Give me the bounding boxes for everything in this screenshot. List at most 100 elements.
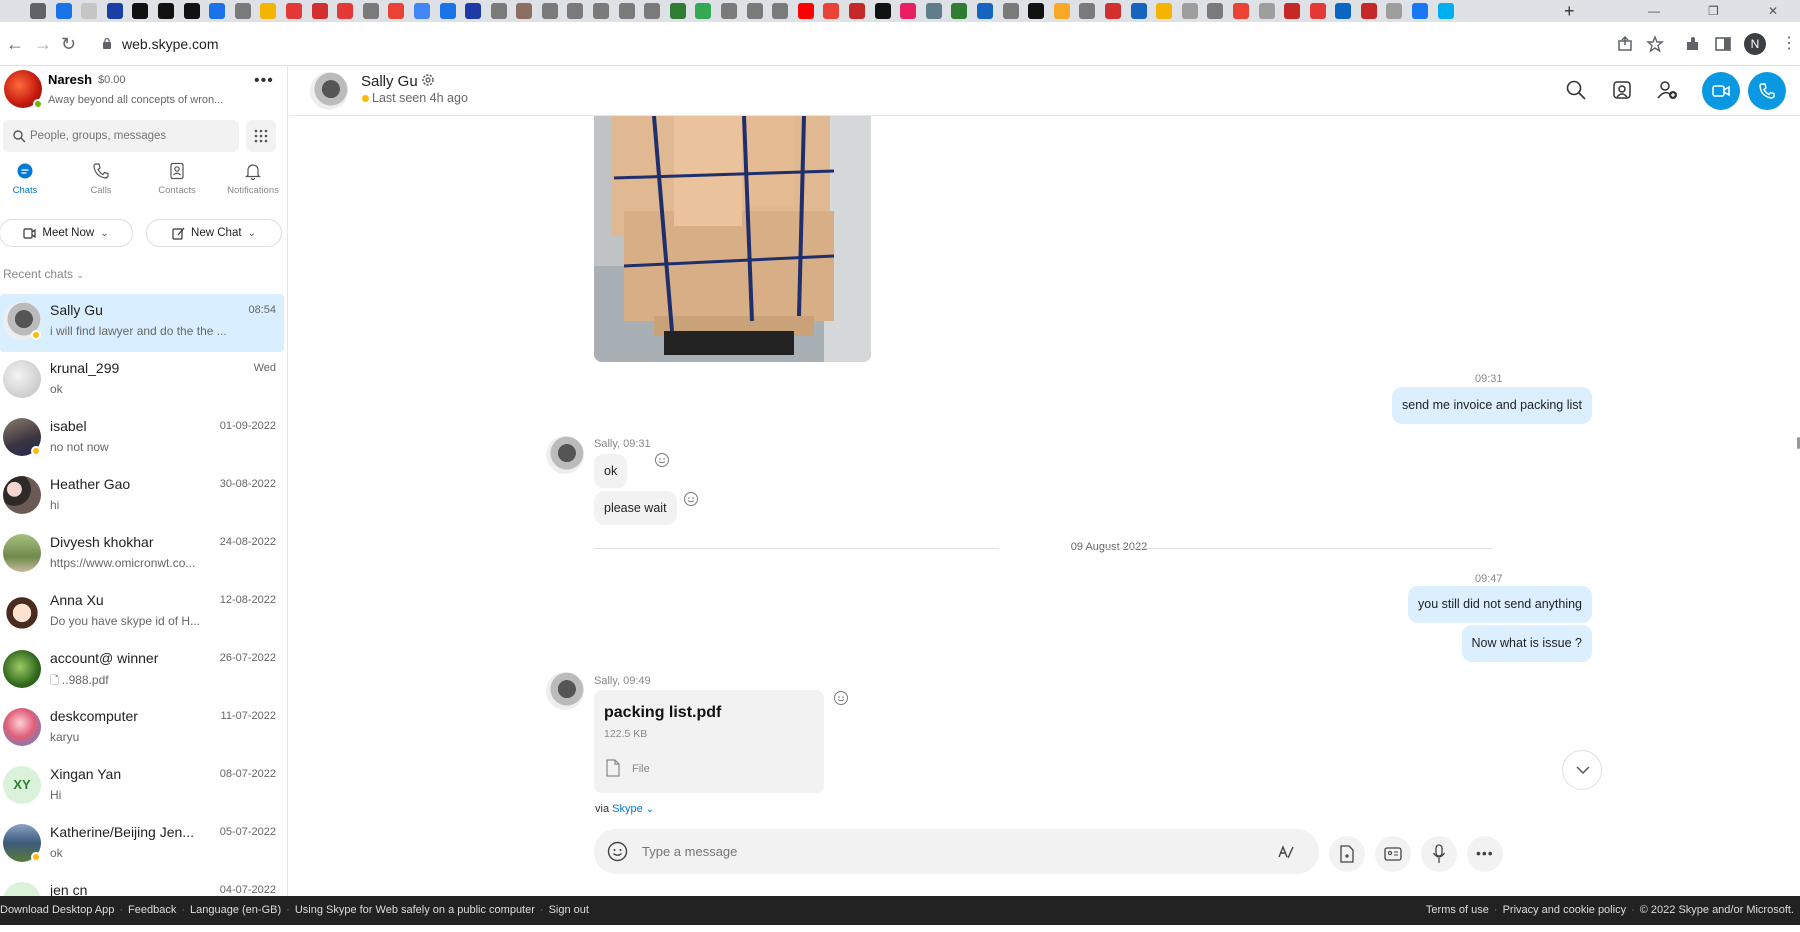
tab-favicon-icon[interactable] <box>260 3 277 19</box>
send-contact-button[interactable] <box>1375 836 1411 872</box>
minimize-window-icon[interactable]: — <box>1648 0 1660 22</box>
tab-favicon-icon[interactable] <box>1053 3 1070 19</box>
tab-favicon-icon[interactable] <box>157 3 174 19</box>
via-skype-link[interactable]: Skype <box>612 803 643 815</box>
tab-favicon-icon[interactable] <box>695 3 712 19</box>
voice-message-button[interactable] <box>1421 836 1457 872</box>
video-call-button[interactable] <box>1702 72 1740 110</box>
chat-list-item[interactable]: XY Xingan Yan Hi 08-07-2022 <box>0 758 284 816</box>
meet-now-button[interactable]: Meet Now ⌄ <box>0 219 133 247</box>
tab-favicon-icon[interactable] <box>362 3 379 19</box>
browser-menu-icon[interactable]: ⋮ <box>1781 33 1797 55</box>
tab-favicon-icon[interactable] <box>823 3 840 19</box>
gallery-icon[interactable] <box>1611 79 1633 101</box>
smiley-react-icon[interactable] <box>833 690 849 706</box>
more-options-button[interactable]: ••• <box>254 72 274 90</box>
tab-calls[interactable]: Calls <box>63 162 139 202</box>
mood-message[interactable]: Away beyond all concepts of wron... <box>48 94 238 106</box>
footer-link[interactable]: © 2022 Skype and/or Microsoft. <box>1640 904 1794 916</box>
tab-favicon-icon[interactable] <box>490 3 507 19</box>
tab-favicon-icon[interactable] <box>30 3 46 19</box>
tab-favicon-icon[interactable] <box>772 3 789 19</box>
tab-favicon-icon[interactable] <box>541 3 558 19</box>
emoji-icon[interactable] <box>607 841 628 862</box>
tab-favicon-icon[interactable] <box>388 3 405 19</box>
contact-avatar[interactable] <box>310 72 348 110</box>
tab-favicon-icon[interactable] <box>1104 3 1121 19</box>
tab-favicon-icon[interactable] <box>669 3 686 19</box>
tab-favicon-icon[interactable] <box>1258 3 1275 19</box>
tab-favicon-icon[interactable] <box>465 3 482 19</box>
tab-favicon-icon[interactable] <box>1412 3 1429 19</box>
incoming-message[interactable]: please wait <box>594 491 677 525</box>
scroll-to-bottom-button[interactable] <box>1562 750 1602 790</box>
sender-avatar[interactable] <box>546 672 584 710</box>
skype-credit[interactable]: $0.00 <box>98 74 126 86</box>
chevron-down-icon[interactable]: ⌄ <box>646 804 654 815</box>
share-icon[interactable] <box>1616 35 1634 53</box>
message-input[interactable] <box>642 829 1242 874</box>
file-attachment[interactable]: packing list.pdf 122.5 KB File <box>594 690 824 793</box>
footer-link[interactable]: Privacy and cookie policy <box>1503 904 1627 916</box>
chat-list-item[interactable]: Katherine/Beijing Jen... ok 05-07-2022 <box>0 816 284 874</box>
bookmark-star-icon[interactable] <box>1646 35 1664 53</box>
tab-favicon-icon[interactable] <box>567 3 584 19</box>
tab-favicon-icon[interactable] <box>1156 3 1173 19</box>
dialpad-button[interactable] <box>246 120 276 152</box>
tab-chats[interactable]: Chats <box>0 162 63 202</box>
tab-favicon-icon[interactable] <box>593 3 610 19</box>
address-bar[interactable]: web.skype.com <box>88 28 1688 60</box>
outgoing-message[interactable]: send me invoice and packing list <box>1392 387 1592 424</box>
tab-favicon-icon[interactable] <box>285 3 302 19</box>
new-tab-button[interactable]: + <box>1564 0 1575 22</box>
chat-list-item[interactable]: krunal_299 ok Wed <box>0 352 284 410</box>
send-file-button[interactable] <box>1329 836 1365 872</box>
tab-favicon-icon[interactable] <box>1284 3 1301 19</box>
tab-favicon-icon[interactable] <box>1232 3 1249 19</box>
tab-favicon-icon[interactable] <box>925 3 942 19</box>
tab-favicon-icon[interactable] <box>874 3 891 19</box>
search-input[interactable] <box>30 120 230 152</box>
tab-favicon-icon[interactable] <box>849 3 865 19</box>
tab-favicon-icon[interactable] <box>337 3 354 19</box>
tab-favicon-icon[interactable] <box>1309 3 1326 19</box>
tab-notifications[interactable]: Notifications <box>215 162 291 202</box>
tab-favicon-icon[interactable] <box>311 3 328 19</box>
tab-favicon-icon[interactable] <box>1386 3 1403 19</box>
tab-favicon-icon[interactable] <box>81 3 98 19</box>
tab-favicon-icon[interactable] <box>1360 3 1377 19</box>
footer-link[interactable]: Sign out <box>549 904 589 916</box>
search-box[interactable] <box>3 120 239 152</box>
tab-favicon-icon[interactable] <box>209 3 226 19</box>
outgoing-message[interactable]: you still did not send anything <box>1408 586 1592 623</box>
tab-favicon-icon[interactable] <box>516 3 533 19</box>
shared-photo[interactable] <box>594 116 871 362</box>
tab-favicon-icon[interactable] <box>1437 3 1454 19</box>
back-icon[interactable]: ← <box>6 33 24 55</box>
tab-favicon-icon[interactable] <box>1335 3 1352 19</box>
footer-link[interactable]: Using Skype for Web safely on a public c… <box>295 904 535 916</box>
chat-list-item[interactable]: account@ winner 🗋 ..988.pdf 26-07-2022 <box>0 642 284 700</box>
more-composer-options-button[interactable]: ••• <box>1467 836 1503 872</box>
audio-call-button[interactable] <box>1748 72 1786 110</box>
add-people-icon[interactable] <box>1656 79 1678 101</box>
tab-favicon-icon[interactable] <box>1028 3 1045 19</box>
tab-favicon-icon[interactable] <box>55 3 72 19</box>
smiley-react-icon[interactable] <box>683 491 699 507</box>
restore-window-icon[interactable]: ❐ <box>1708 0 1719 22</box>
footer-link[interactable]: Language (en-GB) <box>190 904 281 916</box>
chat-list-item[interactable]: Divyesh khokhar https://www.omicronwt.co.… <box>0 526 284 584</box>
tab-favicon-icon[interactable] <box>413 3 430 19</box>
tab-favicon-icon[interactable] <box>1130 3 1147 19</box>
tab-favicon-icon[interactable] <box>132 3 149 19</box>
sender-avatar[interactable] <box>546 436 584 474</box>
tab-favicon-icon[interactable] <box>234 3 251 19</box>
tab-favicon-icon[interactable] <box>976 3 993 19</box>
tab-favicon-icon[interactable] <box>106 3 123 19</box>
tab-favicon-icon[interactable] <box>721 3 738 19</box>
chat-list-item[interactable]: isabel no not now 01-09-2022 <box>0 410 284 468</box>
format-text-icon[interactable] <box>1277 843 1295 861</box>
tab-favicon-icon[interactable] <box>1207 3 1224 19</box>
chat-list-item[interactable]: deskcomputer karyu 11-07-2022 <box>0 700 284 758</box>
extensions-icon[interactable] <box>1684 35 1702 53</box>
